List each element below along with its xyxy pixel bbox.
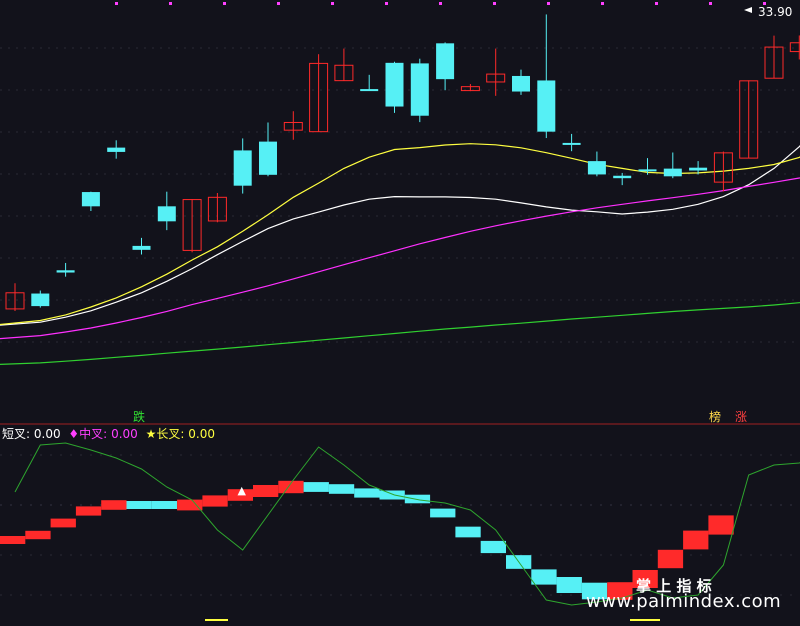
top-marker-dot [385,2,388,5]
top-marker-dot [601,2,604,5]
indicator-step-block [379,490,405,500]
indicator-step-block [75,506,102,516]
short-cross-label: 短叉: [2,427,31,441]
candle-down [107,147,126,152]
candle-down [81,192,100,207]
indicator-step-block [126,501,152,509]
indicator-step-block [0,536,26,544]
indicator-step-block [253,485,279,497]
top-marker-dot [709,2,712,5]
indicator-step-block [404,494,431,504]
chart-canvas: ▲ [0,2,800,626]
candle-down [233,150,252,186]
indicator-step-block [328,484,355,494]
indicator-step-block [657,549,684,569]
watermark-url: www.palmindex.com [586,591,782,612]
chart-stage: ▲ 33.90 跌 榜 涨 短叉: 0.00 ♦中叉: 0.00 ★长叉: 0.… [0,0,800,626]
indicator-triangle-marker: ▲ [237,484,246,497]
candle-down [512,75,530,92]
indicator-legend: 短叉: 0.00 ♦中叉: 0.00 ★长叉: 0.00 [2,425,215,442]
candle-down [663,168,682,177]
candle-down [613,175,632,179]
top-marker-dot [331,2,334,5]
ma20-line [0,177,800,340]
indicator-step-block [683,530,709,550]
long-cross-value: 0.00 [188,427,215,441]
indicator-step-block [202,495,228,507]
indicator-step-block [303,482,329,492]
candle-down [562,142,581,145]
long-cross-label: ★长叉: [145,427,185,441]
price-high-label: 33.90 [758,5,793,19]
indicator-step-block [430,508,456,518]
candle-down [31,293,50,307]
mid-cross-value: 0.00 [111,427,138,441]
candle-down [638,169,657,172]
indicator-step-block [50,518,76,528]
mid-cross-label: ♦中叉: [68,427,108,441]
candle-down [56,270,75,273]
candle-down [689,167,708,171]
indicator-step-block [25,530,51,540]
top-marker-dot [277,2,280,5]
indicator-step-block [101,500,127,510]
candle-down [360,89,379,92]
indicator-step-block [177,499,203,511]
indicator-step-block [151,501,178,509]
candle-up [789,42,800,53]
ma5-line [0,145,800,326]
candle-down [259,141,277,175]
top-marker-dot [169,2,172,5]
candle-down [132,245,151,250]
price-high-arrow [744,7,752,13]
signal-fall-label: 跌 [133,410,146,424]
indicator-step-block [556,577,582,593]
indicator-step-block [455,526,481,538]
top-marker-dot [655,2,658,5]
candle-down [537,80,556,132]
signal-board-label: 榜 [709,410,722,424]
candle-down [436,43,455,80]
top-marker-dot [223,2,226,5]
indicator-step-block [531,569,557,585]
short-cross-value: 0.00 [33,427,61,441]
bottom-strip [0,618,800,626]
candle-down [157,206,176,222]
top-marker-dot [439,2,442,5]
indicator-step-block [354,488,380,498]
ma60-line [0,302,800,365]
top-marker-dot [115,2,118,5]
candle-down [385,62,404,107]
indicator-step-block [708,515,734,535]
signal-rise-label: 涨 [735,410,748,424]
indicator-step-block [480,540,506,554]
top-marker-dot [547,2,550,5]
candle-down [410,63,429,116]
top-marker-dot [493,2,496,5]
candle-down [587,161,606,175]
